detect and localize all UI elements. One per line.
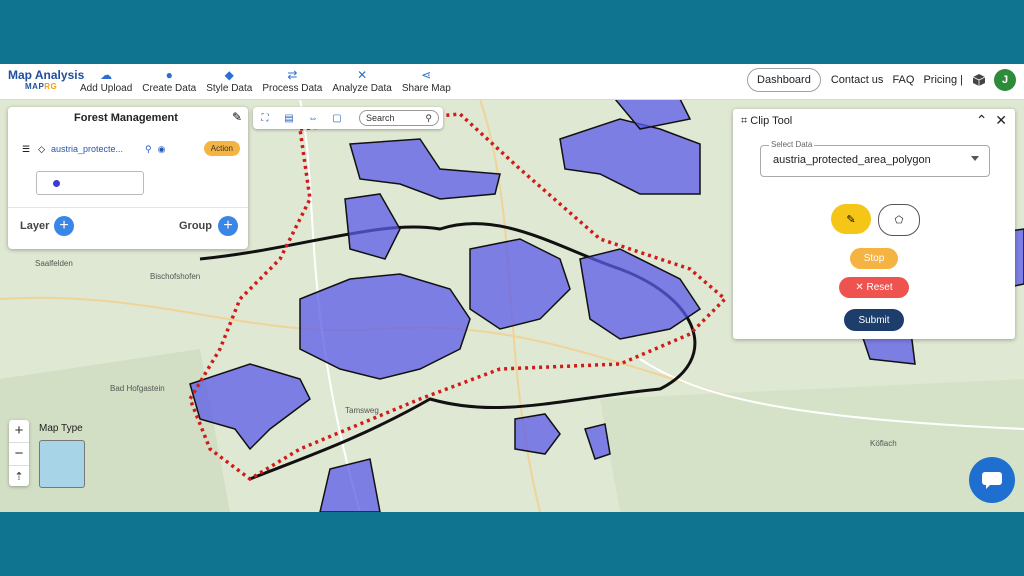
map-label-tamsweg: Tamsweg [345,406,379,415]
clip-tool-panel: ⌗ Clip Tool ⌃ ✕ Select Data austria_prot… [733,109,1015,339]
layer-name[interactable]: austria_protecte... [51,144,123,154]
nav-style-data[interactable]: ◆ Style Data [206,66,252,95]
add-group-button[interactable]: + [218,216,238,236]
brand-subtitle: MAPRG [25,82,58,91]
drag-handle-icon[interactable]: ☰ [22,144,30,155]
collapse-icon[interactable]: ⌃ [976,112,988,128]
contact-link[interactable]: Contact us [831,74,884,86]
analyze-icon: ✕ [357,67,368,82]
draw-pencil-icon: ✎ [846,213,856,226]
polygon-icon: ⬠ [894,214,904,226]
map-type-label: Map Type [39,423,83,434]
nav-analyze-data[interactable]: ✕ Analyze Data [332,66,391,95]
location-pin-icon: ● [165,67,173,82]
nav-share-map[interactable]: ⋖ Share Map [402,66,451,95]
zoom-in-button[interactable]: + [9,420,29,443]
search-input[interactable]: Search ⚲ [359,110,439,126]
panel-controls: ⌃ ✕ [976,112,1007,129]
map-label-saalfelden: Saalfelden [35,259,73,268]
map-type-thumbnail[interactable] [39,440,85,488]
pricing-link[interactable]: Pricing | [923,74,963,86]
close-icon[interactable]: ✕ [995,112,1007,128]
stop-button[interactable]: Stop [850,248,898,269]
color-dot [53,180,60,187]
draw-tool-button[interactable]: ✎ [831,204,871,234]
paint-bucket-icon: ◆ [224,67,234,82]
clip-tool-header: ⌗ Clip Tool [741,115,793,127]
process-icon: ⇄ [287,67,298,82]
app-window: Map Analysis MAPRG ☁ Add Upload ● Create… [0,64,1024,512]
brand-logo[interactable]: Map Analysis MAPRG [8,68,84,91]
select-value: austria_protected_area_polygon [773,154,931,166]
right-nav: Dashboard Contact us FAQ Pricing | J [747,68,1016,92]
nav-process-data[interactable]: ⇄ Process Data [262,66,322,95]
share-icon: ⋖ [421,67,432,82]
main-nav: ☁ Add Upload ● Create Data ◆ Style Data … [80,66,461,95]
chevron-down-icon [971,156,979,161]
layer-style-swatch[interactable] [36,171,144,195]
cloud-upload-icon: ☁ [100,67,113,82]
polygon-icon: ◇ [38,143,45,154]
map-label-bischofshofen: Bischofshofen [150,272,201,281]
zoom-layer-icon[interactable]: ⚲ [145,144,152,155]
nav-create-data[interactable]: ● Create Data [142,66,196,95]
print-icon[interactable]: ▤ [277,113,301,124]
crop-icon: ⌗ [741,115,748,127]
submit-button[interactable]: Submit [844,309,904,331]
reset-button[interactable]: ✕ Reset [839,277,909,298]
panel-footer: Layer + Group + [8,207,248,236]
map-label-koflach: Köflach [870,439,897,448]
group-label: Group [179,220,212,232]
polygon-tool-button[interactable]: ⬠ [878,204,920,236]
faq-link[interactable]: FAQ [892,74,914,86]
avatar[interactable]: J [994,69,1016,91]
measure-icon[interactable]: ⇔ [301,113,325,124]
layer-item[interactable]: ☰ ◇ austria_protecte... ⚲ ◉ Action [22,139,246,159]
zoom-control: + − ⇡ [9,420,29,486]
chat-button[interactable] [969,457,1015,503]
layer-panel: Forest Management ✎ ☰ ◇ austria_protecte… [8,107,248,249]
comment-icon[interactable]: ▢ [325,113,349,124]
brand-title: Map Analysis [8,68,85,82]
map-label-bad-hofgastein: Bad Hofgastein [110,384,165,393]
map-toolbar: ⛶ ▤ ⇔ ▢ Search ⚲ [253,107,443,129]
search-icon: ⚲ [425,112,432,123]
top-navigation: Map Analysis MAPRG ☁ Add Upload ● Create… [0,64,1024,100]
dashboard-button[interactable]: Dashboard [747,68,821,92]
select-data-dropdown[interactable]: Select Data austria_protected_area_polyg… [760,140,990,177]
north-arrow-icon[interactable]: ⇡ [9,466,29,488]
edit-pencil-icon[interactable]: ✎ [232,110,242,124]
chat-icon [982,472,1002,489]
reset-icon: ✕ [855,282,864,293]
action-button[interactable]: Action [203,141,240,156]
select-label: Select Data [769,140,815,149]
visibility-eye-icon[interactable]: ◉ [158,144,166,155]
nav-add-upload[interactable]: ☁ Add Upload [80,66,132,95]
fullscreen-icon[interactable]: ⛶ [253,113,277,124]
add-layer-button[interactable]: + [54,216,74,236]
panel-title: Forest Management [74,112,178,124]
zoom-out-button[interactable]: − [9,443,29,466]
cube-icon[interactable] [972,73,986,87]
layer-label: Layer [20,220,50,232]
